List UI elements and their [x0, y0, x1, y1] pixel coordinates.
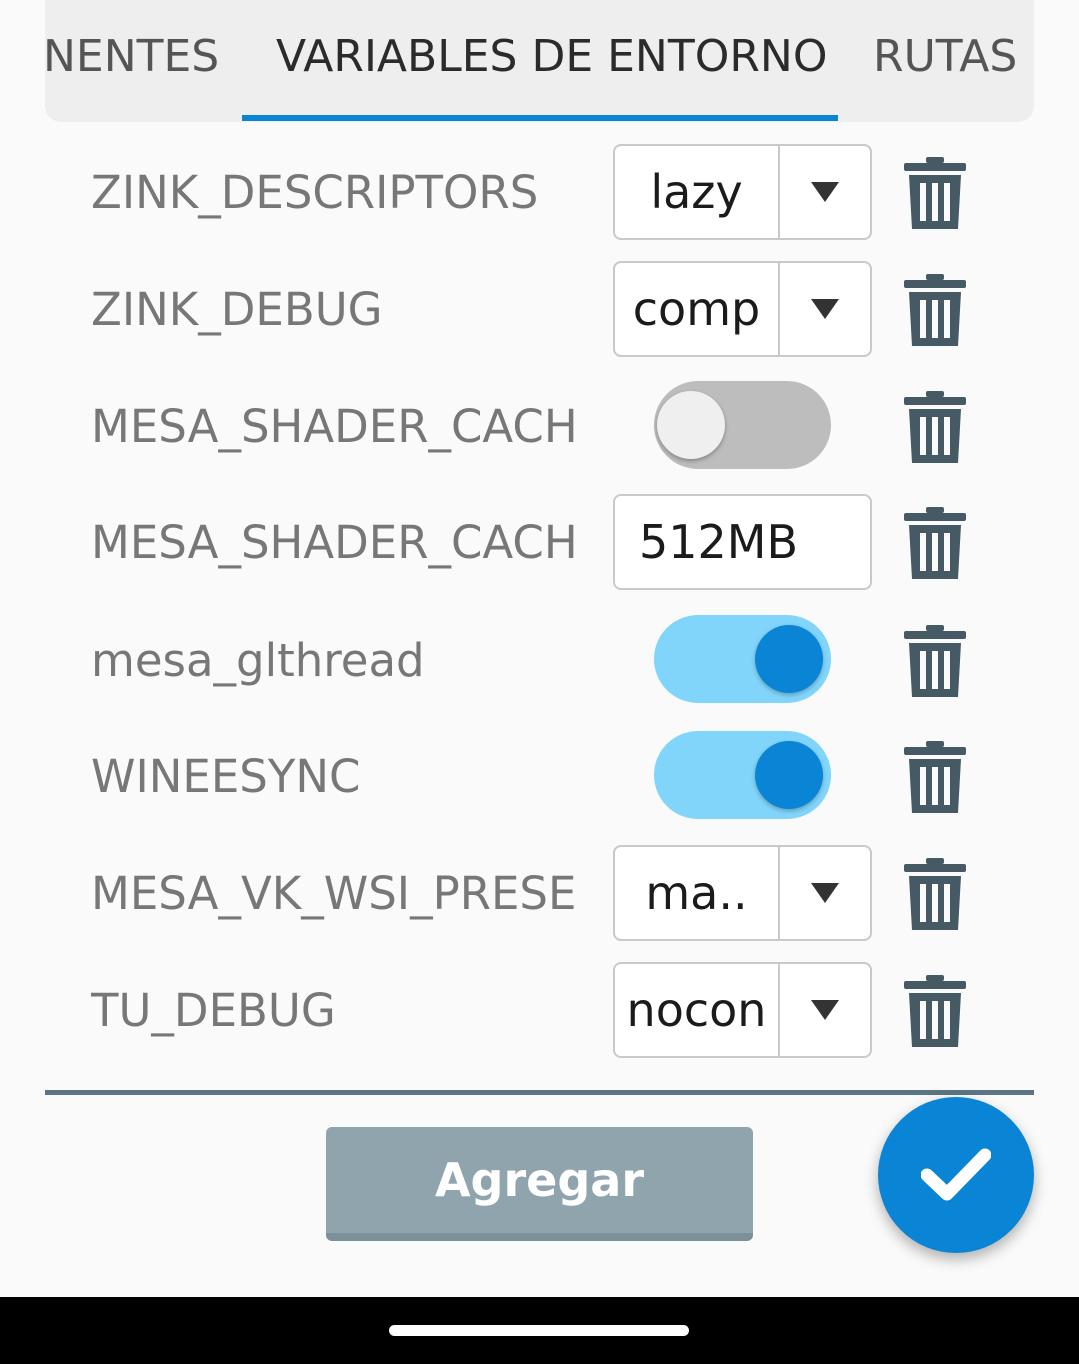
dropdown-arrow-icon[interactable]	[780, 964, 870, 1056]
active-tab-indicator	[242, 115, 838, 121]
env-var-row: TU_DEBUG nocon	[0, 960, 1079, 1060]
select-value: ma..	[645, 866, 748, 920]
trash-icon[interactable]	[902, 507, 968, 579]
select-value: nocon	[626, 983, 767, 1037]
toggle-knob	[755, 625, 823, 693]
env-var-value-select[interactable]: ma..	[613, 845, 872, 941]
env-var-value-select[interactable]: nocon	[613, 962, 872, 1058]
env-var-value-select[interactable]: comp	[613, 261, 872, 357]
trash-icon[interactable]	[902, 741, 968, 813]
home-gesture-handle[interactable]	[389, 1325, 689, 1336]
trash-icon[interactable]	[902, 157, 968, 229]
env-var-name: TU_DEBUG	[91, 984, 336, 1037]
env-var-toggle[interactable]	[654, 381, 831, 469]
trash-icon[interactable]	[902, 858, 968, 930]
env-var-row: MESA_VK_WSI_PRESE ma..	[0, 843, 1079, 943]
trash-icon[interactable]	[902, 975, 968, 1047]
trash-icon[interactable]	[902, 625, 968, 697]
env-var-row: mesa_glthread	[0, 610, 1079, 710]
env-var-name: ZINK_DESCRIPTORS	[91, 166, 539, 219]
select-value: lazy	[650, 165, 743, 219]
env-var-name: MESA_VK_WSI_PRESE	[91, 867, 577, 920]
select-value: comp	[632, 282, 761, 336]
dropdown-arrow-icon[interactable]	[780, 263, 870, 355]
toggle-knob	[657, 391, 725, 459]
env-var-name: mesa_glthread	[91, 634, 425, 687]
env-var-row: ZINK_DESCRIPTORS lazy	[0, 142, 1079, 242]
tab-rutas[interactable]: RUTAS	[873, 30, 1017, 84]
env-var-value-input[interactable]: 512MB	[613, 494, 872, 590]
env-var-value-select[interactable]: lazy	[613, 144, 872, 240]
env-var-name: ZINK_DEBUG	[91, 283, 383, 336]
list-divider	[45, 1090, 1034, 1095]
trash-icon[interactable]	[902, 274, 968, 346]
toggle-knob	[755, 741, 823, 809]
confirm-button[interactable]	[878, 1097, 1034, 1253]
env-var-name: WINEESYNC	[91, 750, 361, 803]
add-variable-button[interactable]: Agregar	[326, 1127, 753, 1241]
env-var-name: MESA_SHADER_CACH	[91, 516, 578, 569]
tab-variables-de-entorno[interactable]: VARIABLES DE ENTORNO	[276, 30, 827, 84]
env-var-row: MESA_SHADER_CACH 512MB	[0, 492, 1079, 592]
check-icon	[921, 1148, 991, 1201]
env-var-toggle[interactable]	[654, 731, 831, 819]
env-var-toggle[interactable]	[654, 615, 831, 703]
env-var-row: WINEESYNC	[0, 726, 1079, 826]
trash-icon[interactable]	[902, 391, 968, 463]
env-var-row: ZINK_DEBUG comp	[0, 259, 1079, 359]
tab-bar: NENTES VARIABLES DE ENTORNO RUTAS	[45, 0, 1034, 122]
dropdown-arrow-icon[interactable]	[780, 146, 870, 238]
env-var-row: MESA_SHADER_CACH	[0, 376, 1079, 476]
tab-partial[interactable]: NENTES	[45, 30, 219, 84]
dropdown-arrow-icon[interactable]	[780, 847, 870, 939]
env-var-name: MESA_SHADER_CACH	[91, 400, 578, 453]
